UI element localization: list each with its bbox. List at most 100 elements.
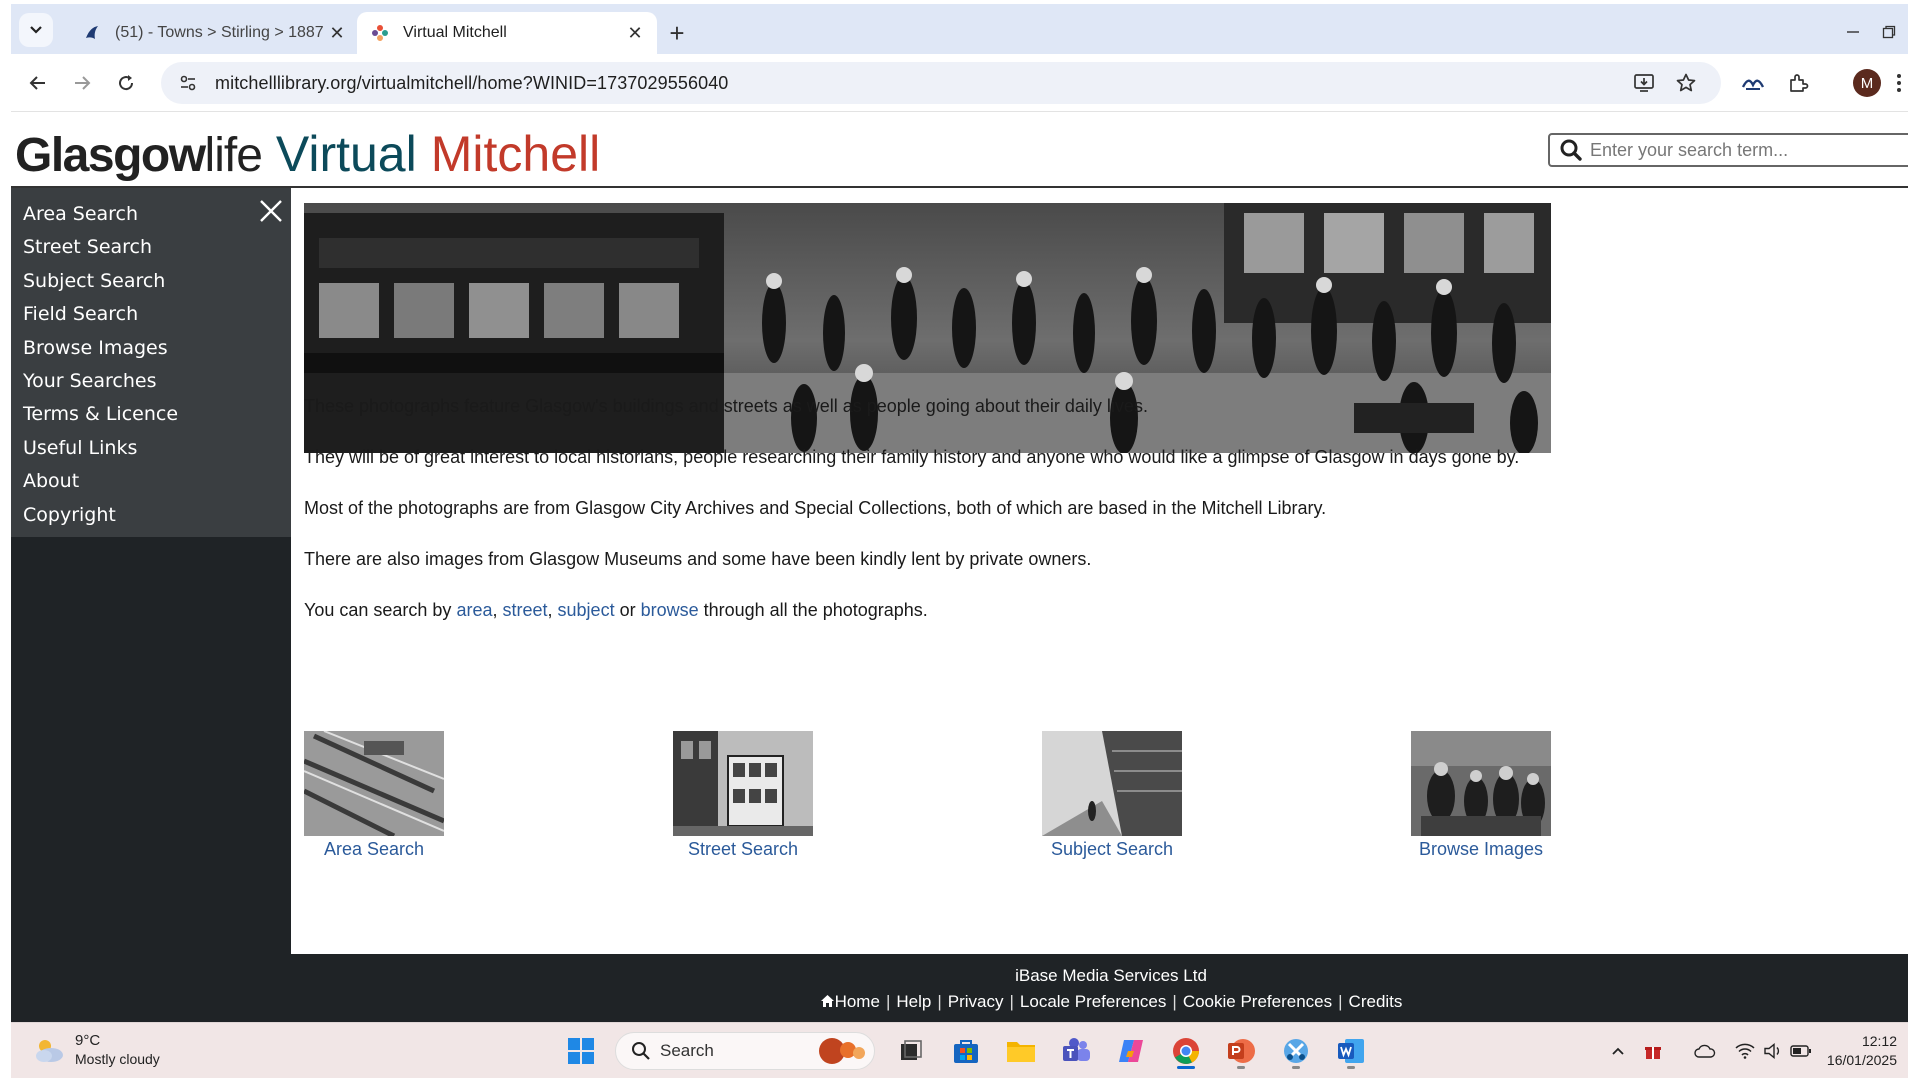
subject-search-label[interactable]: Subject Search (1042, 839, 1182, 860)
site-search-box[interactable] (1548, 133, 1908, 167)
area-search-thumbnail[interactable] (304, 731, 444, 836)
snipping-tool-button[interactable] (1276, 1031, 1316, 1071)
volume-icon[interactable] (1761, 1039, 1785, 1063)
browser-toolbar: mitchelllibrary.org/virtualmitchell/home… (11, 54, 1908, 112)
wifi-icon[interactable] (1733, 1039, 1757, 1063)
sidebar-menu: Area Search Street Search Subject Search… (11, 188, 291, 537)
search-sentence-prefix: You can search by (304, 600, 457, 620)
close-tab-icon[interactable]: ✕ (623, 21, 647, 45)
intro-paragraph-1: These photographs feature Glasgow's buil… (304, 396, 1148, 416)
area-search-label[interactable]: Area Search (304, 839, 444, 860)
search-highlight-icon (819, 1038, 865, 1064)
tab-virtual-mitchell[interactable]: Virtual Mitchell ✕ (357, 12, 657, 54)
area-link[interactable]: area (456, 600, 492, 620)
close-tab-icon[interactable]: ✕ (325, 21, 349, 45)
minimize-window-button[interactable] (1833, 12, 1873, 52)
forward-button[interactable] (65, 66, 99, 100)
show-hidden-icons-button[interactable] (1606, 1039, 1630, 1063)
powerpoint-button[interactable] (1221, 1031, 1261, 1071)
sidebar-item-street-search[interactable]: Street Search (11, 231, 291, 264)
file-explorer-button[interactable] (1001, 1031, 1041, 1071)
copilot-button[interactable] (1111, 1031, 1151, 1071)
snipping-tool-icon (1284, 1039, 1308, 1063)
clock-date: 16/01/2025 (1826, 1052, 1897, 1068)
sidebar-item-your-searches[interactable]: Your Searches (11, 365, 291, 398)
profile-avatar[interactable]: M (1853, 69, 1881, 97)
sidebar-item-field-search[interactable]: Field Search (11, 298, 291, 331)
powerpoint-icon (1228, 1039, 1255, 1063)
street-search-card[interactable]: Street Search (673, 731, 813, 860)
microsoft-store-button[interactable] (946, 1031, 986, 1071)
sidebar-item-browse-images[interactable]: Browse Images (11, 332, 291, 365)
footer-locale-preferences-link[interactable]: Locale Preferences (1020, 992, 1166, 1012)
sidebar-item-useful-links[interactable]: Useful Links (11, 432, 291, 465)
footer-cookie-preferences-link[interactable]: Cookie Preferences (1183, 992, 1332, 1012)
sidebar-item-terms-licence[interactable]: Terms & Licence (11, 398, 291, 431)
teams-icon (1063, 1038, 1090, 1061)
intro-paragraph-4: There are also images from Glasgow Museu… (304, 549, 1092, 569)
onedrive-icon[interactable] (1693, 1039, 1717, 1063)
subject-search-thumbnail[interactable] (1042, 731, 1182, 836)
install-app-icon[interactable] (1631, 70, 1657, 96)
start-button[interactable] (561, 1031, 601, 1071)
chevron-down-icon (30, 26, 42, 34)
extensions-puzzle-icon[interactable] (1783, 68, 1813, 98)
browse-images-thumbnail[interactable] (1411, 731, 1551, 836)
browser-tab-bar: (51) - Towns > Stirling > 1887 - ✕ Virtu… (11, 4, 1908, 54)
windows-logo-icon (568, 1038, 594, 1064)
chrome-icon (1173, 1038, 1199, 1064)
bookmark-star-icon[interactable] (1673, 70, 1699, 96)
tab-title: Virtual Mitchell (403, 24, 507, 41)
running-app-indicator (1347, 1066, 1355, 1069)
new-tab-button[interactable]: + (661, 17, 693, 49)
footer-separator: | (1172, 992, 1177, 1011)
tab-search-button[interactable] (19, 13, 53, 47)
taskbar-search[interactable]: Search (615, 1032, 875, 1070)
sidebar-item-subject-search[interactable]: Subject Search (11, 265, 291, 298)
site-info-icon[interactable] (175, 70, 201, 96)
street-search-thumbnail[interactable] (673, 731, 813, 836)
footer-credits-link[interactable]: Credits (1349, 992, 1403, 1012)
task-view-button[interactable] (891, 1031, 931, 1071)
address-bar[interactable]: mitchelllibrary.org/virtualmitchell/home… (161, 62, 1721, 104)
reload-button[interactable] (109, 66, 143, 100)
battery-icon[interactable] (1789, 1039, 1813, 1063)
back-button[interactable] (21, 66, 55, 100)
site-logo[interactable]: Glasgow life Virtual Mitchell (15, 125, 600, 183)
gift-app-tray-icon[interactable] (1641, 1039, 1665, 1063)
system-clock[interactable]: 12:12 16/01/2025 (1817, 1032, 1897, 1070)
browse-images-card[interactable]: Browse Images (1411, 731, 1551, 860)
intro-paragraph-3: Most of the photographs are from Glasgow… (304, 498, 1327, 518)
area-search-card[interactable]: Area Search (304, 731, 444, 860)
street-search-label[interactable]: Street Search (673, 839, 813, 860)
teams-button[interactable] (1056, 1031, 1096, 1071)
subject-link[interactable]: subject (558, 600, 615, 620)
close-icon (260, 200, 282, 222)
store-icon (954, 1040, 978, 1063)
browse-images-label[interactable]: Browse Images (1411, 839, 1551, 860)
tab-towns-stirling[interactable]: (51) - Towns > Stirling > 1887 - ✕ (69, 12, 359, 54)
restore-window-button[interactable] (1869, 12, 1908, 52)
site-search-input[interactable] (1590, 139, 1908, 161)
weather-widget[interactable]: 9°C Mostly cloudy (33, 1032, 160, 1068)
running-app-indicator (1237, 1066, 1245, 1069)
arrow-right-icon (75, 76, 91, 90)
copilot-icon (1119, 1040, 1143, 1062)
main-content: These photographs feature Glasgow's buil… (291, 188, 1908, 954)
close-menu-button[interactable] (256, 196, 286, 226)
more-menu-icon[interactable] (1891, 68, 1907, 98)
sidebar-item-area-search[interactable]: Area Search (11, 198, 291, 231)
street-link[interactable]: street (502, 600, 547, 620)
word-button[interactable] (1331, 1031, 1371, 1071)
extension-wave-icon[interactable] (1738, 68, 1768, 98)
search-options-paragraph: You can search by area, street, subject … (304, 600, 928, 621)
sidebar-item-copyright[interactable]: Copyright (11, 499, 291, 532)
browse-link[interactable]: browse (641, 600, 699, 620)
chrome-button[interactable] (1166, 1031, 1206, 1071)
subject-search-card[interactable]: Subject Search (1042, 731, 1182, 860)
sidebar-item-about[interactable]: About (11, 465, 291, 498)
site-header: Glasgow life Virtual Mitchell (11, 113, 1908, 188)
footer-help-link[interactable]: Help (896, 992, 931, 1012)
footer-home-link[interactable]: Home (820, 992, 880, 1012)
footer-privacy-link[interactable]: Privacy (948, 992, 1004, 1012)
